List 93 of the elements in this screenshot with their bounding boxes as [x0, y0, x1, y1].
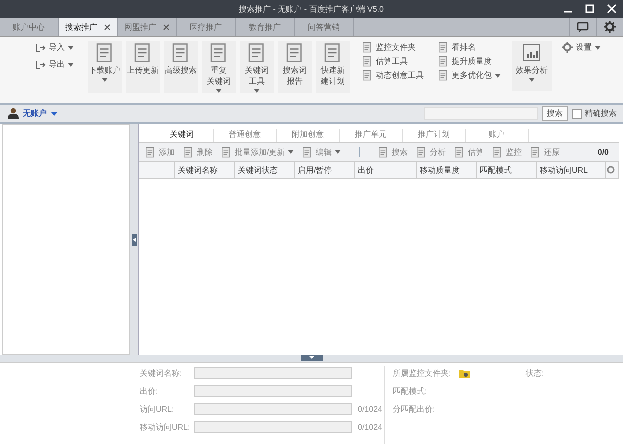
document-icon	[302, 146, 314, 158]
toolbar-button[interactable]: 更多优化包	[438, 69, 502, 82]
toolbar-button[interactable]: 估算工具	[362, 55, 426, 68]
level-tab[interactable]: 账户	[466, 129, 529, 142]
collapse-handle-icon[interactable]	[132, 234, 136, 246]
search-button[interactable]: 搜索	[542, 106, 568, 121]
settings-icon	[562, 42, 573, 53]
field-label: 访问URL:	[140, 404, 176, 414]
document-icon	[133, 43, 153, 63]
document-icon	[145, 146, 156, 158]
button-label: 关键词	[207, 76, 231, 87]
toolbar-button[interactable]: 监控文件夹	[362, 41, 426, 54]
close-icon[interactable]	[104, 24, 110, 30]
account-selector[interactable]: 无账户	[23, 108, 47, 119]
toolbar-button[interactable]: 搜索词 报告	[278, 41, 312, 93]
button-label: 关键词	[245, 65, 269, 76]
button-label: 高级搜索	[165, 65, 197, 76]
button-label: 工具	[249, 76, 265, 87]
field-label: 出价:	[140, 386, 160, 396]
document-icon	[362, 70, 373, 81]
toolbar-button[interactable]: 导入	[36, 41, 84, 54]
level-tab[interactable]: 推广单元	[340, 129, 403, 142]
document-icon	[323, 43, 343, 63]
settings-icon[interactable]	[607, 166, 615, 174]
document-icon	[209, 43, 229, 63]
column-header[interactable]: 移动质量度	[417, 162, 477, 178]
button-label: 下载账户	[89, 65, 121, 76]
caret-icon[interactable]	[51, 112, 58, 116]
document-icon	[171, 43, 191, 63]
document-icon	[285, 43, 305, 63]
chat-icon[interactable]	[577, 22, 589, 32]
button-label: 上传更新	[127, 65, 159, 76]
level-tab[interactable]: 附加创意	[277, 129, 340, 142]
toolbar-button[interactable]: 导出	[36, 58, 84, 71]
maximize-icon[interactable]	[585, 4, 595, 14]
toolbar-button[interactable]: 下载账户	[88, 41, 122, 93]
toolbar-button[interactable]: 重复 关键词	[202, 41, 236, 93]
toolbar-button[interactable]: 上传更新	[126, 41, 160, 93]
column-header[interactable]: 出价	[355, 162, 417, 178]
page-counter: 0/0	[598, 148, 610, 156]
column-header[interactable]: 关键词状态	[235, 162, 295, 178]
document-icon	[362, 56, 373, 67]
document-icon	[416, 146, 428, 158]
toolbar-button[interactable]: 关键词 工具	[240, 41, 274, 93]
character-counter: 0/1024	[358, 422, 382, 432]
document-icon	[454, 146, 466, 158]
tab[interactable]: 搜索推广	[59, 18, 118, 36]
button-label: 快速新	[321, 65, 345, 76]
toolbar-button[interactable]: 快速新 建计划	[316, 41, 350, 93]
document-icon	[438, 56, 449, 67]
field-label: 关键词名称:	[140, 368, 184, 378]
level-tab[interactable]: 关键词	[151, 129, 214, 142]
document-icon	[362, 42, 373, 53]
field-label: 匹配模式:	[393, 386, 428, 396]
user-icon	[8, 108, 19, 119]
window-title: 搜索推广 - 无账户 - 百度推广客户端 V5.0	[239, 4, 384, 14]
document-icon	[492, 146, 504, 158]
folder-icon[interactable]	[459, 368, 470, 378]
toolbar-button[interactable]: 提升质量度	[438, 55, 502, 68]
document-icon	[247, 43, 267, 63]
field-label: 状态:	[526, 368, 544, 378]
button-label: 报告	[287, 76, 303, 87]
document-icon	[183, 146, 194, 158]
toolbar-button[interactable]: 看排名	[438, 41, 502, 54]
document-icon	[438, 42, 449, 53]
document-icon	[95, 43, 115, 63]
chart-icon	[522, 43, 542, 63]
button-label: 重复	[211, 65, 227, 76]
column-header[interactable]: 匹配模式	[477, 162, 537, 178]
document-icon	[378, 146, 390, 158]
arrow-out-icon	[36, 42, 46, 52]
toolbar-button[interactable]: 高级搜索	[164, 41, 198, 93]
column-header[interactable]: 启用/暂停	[295, 162, 355, 178]
button-label: 搜索词	[283, 65, 307, 76]
arrow-out-icon	[36, 60, 46, 70]
column-header[interactable]: 关键词名称	[175, 162, 235, 178]
level-tab[interactable]: 推广计划	[403, 129, 466, 142]
settings-button[interactable]: 设置	[562, 41, 601, 54]
button-label: 建计划	[321, 76, 345, 87]
settings-icon[interactable]	[604, 21, 616, 33]
field-label: 移动访问URL:	[140, 422, 188, 432]
field-label: 所属监控文件夹:	[393, 368, 452, 378]
document-icon	[438, 70, 449, 81]
level-tab[interactable]: 普通创意	[214, 129, 277, 142]
document-icon	[530, 146, 542, 158]
column-header[interactable]: 移动访问URL	[537, 162, 606, 178]
field-label: 分匹配出价:	[393, 404, 436, 414]
exact-search-checkbox[interactable]: 精确搜索	[572, 108, 617, 119]
analysis-button[interactable]: 效果分析	[512, 41, 552, 91]
character-counter: 0/1024	[358, 404, 382, 414]
toolbar-button[interactable]: 动态创意工具	[362, 69, 426, 82]
document-icon	[221, 146, 232, 158]
collapse-handle-icon[interactable]	[300, 355, 322, 361]
